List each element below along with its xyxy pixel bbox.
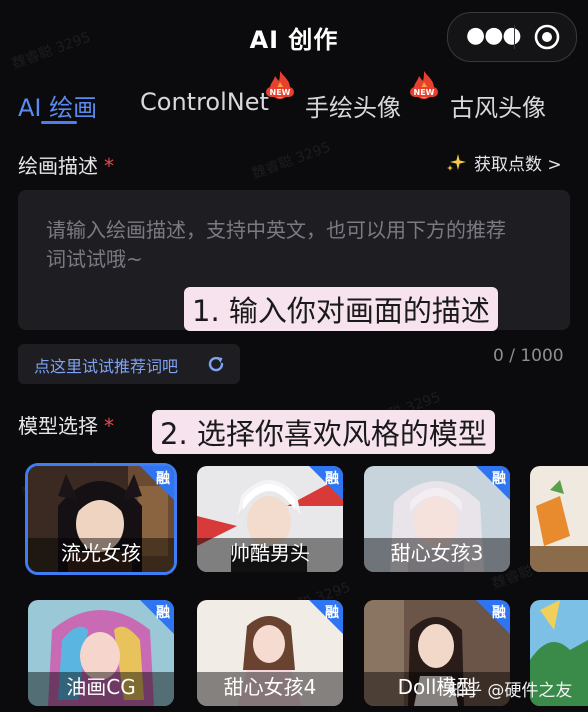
try-button-label: 点这里试试推荐词吧: [34, 357, 179, 376]
source-watermark: 知乎 @硬件之友: [448, 681, 573, 701]
model-card-name: 油画CG: [66, 675, 136, 699]
model-card-name: 帅酷男头: [230, 541, 310, 565]
get-points-link[interactable]: 获取点数 >: [446, 150, 562, 175]
tab-ai-painting[interactable]: AI 绘画: [18, 88, 97, 123]
prompt-label-text: 绘画描述: [18, 154, 98, 178]
fusion-badge-label: 融: [325, 471, 339, 487]
model-section-label: 模型选择 *: [18, 410, 114, 439]
new-fire-badge-icon: NEW: [266, 71, 294, 99]
more-icon[interactable]: ●●●: [466, 25, 522, 47]
fusion-badge-label: 融: [492, 605, 506, 621]
new-fire-badge-icon: NEW: [410, 71, 438, 99]
tab-controlnet[interactable]: ControlNet: [140, 88, 269, 116]
prompt-placeholder: 请输入绘画描述，支持中英文，也可以用下方的推荐词试试哦~: [46, 218, 506, 271]
annotation-callout-2: 2. 选择你喜欢风格的模型: [152, 410, 495, 454]
model-card-oil-painting-cg[interactable]: 融 油画CG: [28, 600, 174, 706]
model-card-cool-boy[interactable]: 融 帅酷男头: [197, 466, 343, 572]
model-card-name: 流光女孩: [61, 541, 141, 565]
capsule-divider: [514, 25, 515, 49]
sparkle-icon: [447, 154, 466, 171]
tab-ancient-avatar[interactable]: 古风头像: [450, 88, 546, 123]
model-label-text: 模型选择: [18, 414, 98, 438]
refresh-icon: [208, 356, 224, 372]
model-card-sweet-girl-3[interactable]: 融 甜心女孩3: [364, 466, 510, 572]
model-card-partial[interactable]: [530, 466, 588, 572]
model-card-liuguang-girl[interactable]: 融 流光女孩: [25, 463, 177, 575]
model-thumbnail: [530, 466, 588, 572]
fusion-badge-label: 融: [156, 605, 170, 621]
required-mark: *: [104, 414, 114, 438]
new-badge-label: NEW: [414, 88, 435, 97]
miniapp-capsule: ●●●: [447, 12, 577, 62]
new-badge-label: NEW: [270, 88, 291, 97]
fusion-badge-label: 融: [156, 471, 170, 487]
model-card-name: 甜心女孩4: [223, 675, 317, 699]
annotation-callout-1: 1. 输入你对画面的描述: [184, 287, 498, 331]
required-mark: *: [104, 154, 114, 178]
prompt-section-label: 绘画描述 *: [18, 150, 114, 179]
try-suggested-prompts-button[interactable]: 点这里试试推荐词吧: [18, 344, 240, 384]
tab-hand-drawn-avatar[interactable]: 手绘头像: [305, 88, 401, 123]
model-card-sweet-girl-4[interactable]: 融 甜心女孩4: [197, 600, 343, 706]
fusion-badge-label: 融: [492, 471, 506, 487]
active-tab-indicator: [41, 121, 77, 124]
get-points-label: 获取点数 >: [474, 155, 562, 175]
fusion-badge-label: 融: [325, 605, 339, 621]
close-target-icon[interactable]: [534, 24, 560, 50]
model-card-name: 甜心女孩3: [390, 541, 484, 565]
character-counter: 0 / 1000: [493, 346, 564, 366]
watermark: 魏睿聪 3295: [250, 139, 333, 183]
